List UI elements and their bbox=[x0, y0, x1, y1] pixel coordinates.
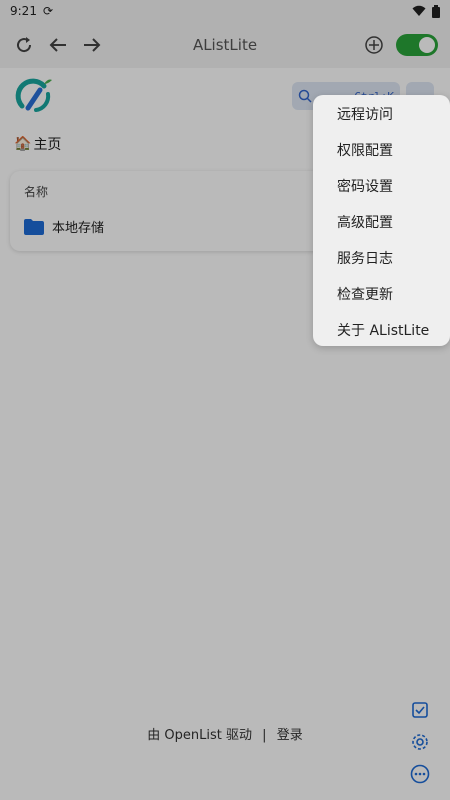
overflow-menu: 远程访问 权限配置 密码设置 高级配置 服务日志 检查更新 关于 AListLi… bbox=[313, 95, 450, 346]
menu-item-check-update[interactable]: 检查更新 bbox=[313, 276, 450, 312]
menu-item-permissions[interactable]: 权限配置 bbox=[313, 132, 450, 168]
menu-item-remote-access[interactable]: 远程访问 bbox=[313, 96, 450, 132]
menu-item-password[interactable]: 密码设置 bbox=[313, 168, 450, 204]
menu-item-advanced[interactable]: 高级配置 bbox=[313, 204, 450, 240]
menu-item-about[interactable]: 关于 AListLite bbox=[313, 312, 450, 348]
menu-item-service-log[interactable]: 服务日志 bbox=[313, 240, 450, 276]
